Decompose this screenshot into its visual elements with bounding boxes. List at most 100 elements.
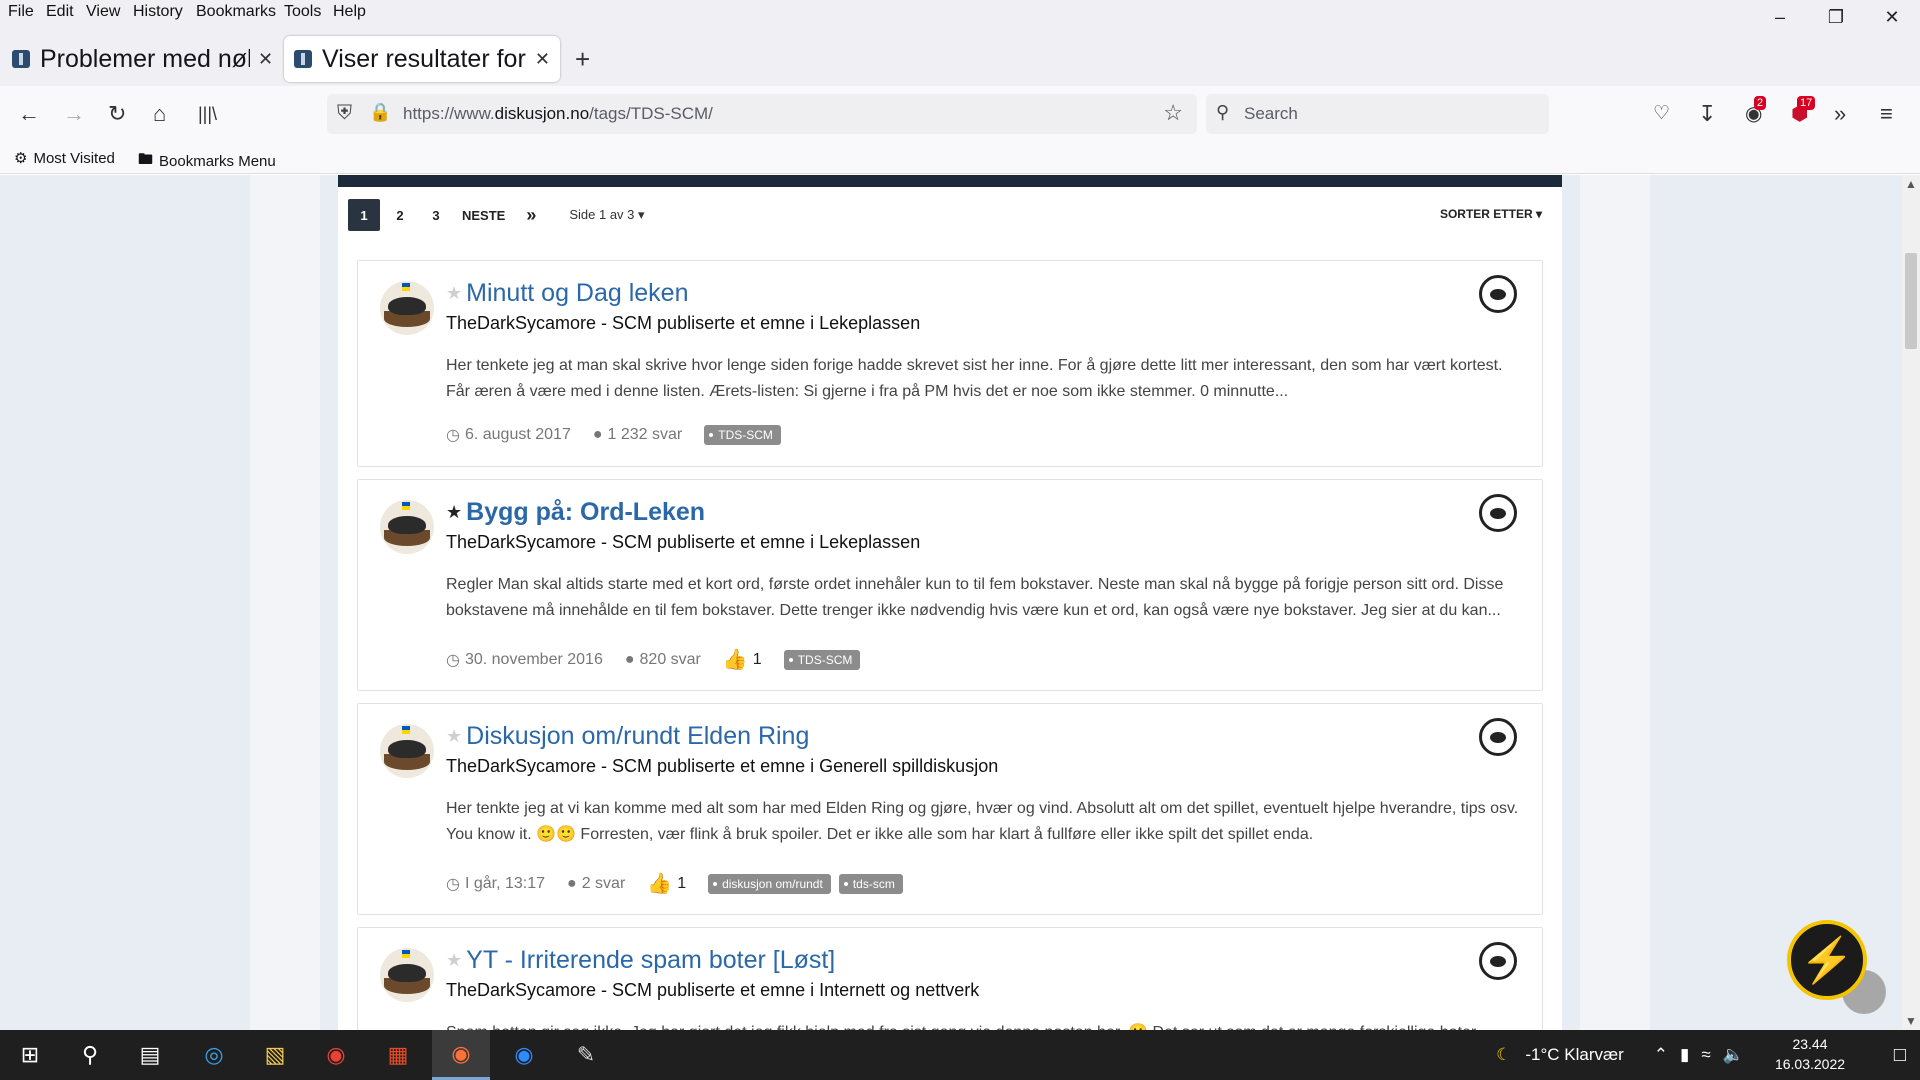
topic-date: I går, 13:17 (464, 874, 546, 892)
url-text[interactable]: https://www.diskusjon.no/tags/TDS-SCM/ (403, 104, 713, 124)
back-icon[interactable]: ← (18, 102, 40, 126)
bookmark-star-icon[interactable]: ☆ (1163, 100, 1183, 126)
thumbs-up-icon: 👍 (722, 649, 748, 671)
tag-badge[interactable]: tds-scm (838, 873, 903, 894)
close-tab-icon[interactable]: ✕ (258, 49, 273, 70)
topic-title[interactable]: Bygg på: Ord-Leken (466, 498, 705, 527)
zoom-icon[interactable]: ◉ (508, 1039, 540, 1071)
tag-badge[interactable]: TDS-SCM (783, 649, 861, 670)
star-icon: ★ (446, 950, 463, 970)
page-button-3[interactable]: 3 (420, 199, 452, 231)
avatar[interactable] (380, 948, 434, 1002)
edge-icon[interactable]: ◎ (198, 1039, 230, 1071)
task-view-icon[interactable]: ▤ (134, 1039, 166, 1071)
menu-view[interactable]: View (86, 3, 120, 21)
chat-bubble-icon[interactable] (1479, 942, 1517, 980)
lightning-bolt-icon[interactable]: ⚡ (1787, 920, 1867, 1000)
avatar[interactable] (380, 500, 434, 554)
tab-strip: Problemer med nøkkelord/tags ✕ Viser res… (0, 26, 1920, 86)
scroll-down-icon[interactable]: ▼ (1905, 1014, 1917, 1028)
downloads-icon[interactable]: ↧ (1698, 102, 1716, 126)
office-icon[interactable]: ▦ (382, 1039, 414, 1071)
menu-edit[interactable]: Edit (46, 3, 74, 21)
topic-replies[interactable]: 820 svar (640, 651, 701, 669)
scrollbar-thumb[interactable] (1905, 253, 1917, 349)
topic-meta: ◷ 30. november 2016 ● 820 svar 👍 1 TDS-SCM (446, 647, 868, 672)
page-scrollbar[interactable]: ▲ ▼ (1902, 175, 1920, 1030)
clock-icon: ◷ (446, 875, 460, 893)
menu-tools[interactable]: Tools (284, 3, 321, 21)
topic-card: ★ Diskusjon om/rundt Elden Ring TheDarkS… (357, 703, 1543, 915)
tag-badge[interactable]: TDS-SCM (704, 425, 781, 445)
volume-icon[interactable]: 🔈 (1723, 1045, 1744, 1065)
sort-by-dropdown[interactable]: SORTER ETTER ▾ (1440, 207, 1542, 221)
clock[interactable]: 23.44 16.03.2022 (1760, 1034, 1860, 1074)
reload-icon[interactable]: ↻ (108, 102, 126, 126)
notifications-icon[interactable]: □ (1894, 1044, 1906, 1067)
gear-icon: ⚙ (14, 150, 28, 167)
panel-header-strip (338, 175, 1562, 187)
battery-icon[interactable]: ▮ (1680, 1045, 1689, 1065)
comment-icon: ● (624, 650, 635, 668)
tag-badge[interactable]: diskusjon om/rundt (708, 873, 831, 894)
bookmark-menu[interactable]: 🖿 Bookmarks Menu (138, 149, 276, 174)
chat-bubble-icon[interactable] (1479, 718, 1517, 756)
new-tab-button[interactable]: + (575, 46, 590, 72)
url-bar[interactable]: ⛨ 🔒 https://www.diskusjon.no/tags/TDS-SC… (327, 94, 1197, 134)
home-icon[interactable]: ⌂ (153, 102, 166, 126)
comment-icon: ● (567, 874, 577, 892)
last-page-button[interactable]: » (515, 199, 547, 231)
topic-byline: TheDarkSycamore - SCM publiserte et emne… (446, 756, 999, 776)
tab-title: Viser resultater for emneknagger (322, 44, 527, 73)
topic-title[interactable]: YT - Irriterende spam boter [Løst] (466, 946, 835, 975)
library-icon[interactable]: |||\ (198, 102, 217, 126)
paint-icon[interactable]: ✎ (570, 1039, 602, 1071)
search-bar[interactable]: ⚲ Search (1206, 94, 1549, 134)
shield-icon[interactable]: ⛨ (337, 102, 352, 125)
page-jump-dropdown[interactable]: Side 1 av 3 ▾ (569, 207, 644, 223)
topic-snippet: Regler Man skal altids starte med et kor… (446, 576, 1504, 619)
scroll-up-icon[interactable]: ▲ (1905, 177, 1917, 191)
windows-start-icon[interactable]: ⊞ (14, 1039, 46, 1071)
topic-replies[interactable]: 1 232 svar (608, 426, 683, 444)
topic-snippet: Her tenkte jeg at vi kan komme med alt s… (446, 800, 1519, 843)
topic-card: ★ YT - Irriterende spam boter [Løst] The… (357, 927, 1543, 1030)
menu-bookmarks[interactable]: Bookmarks (196, 3, 276, 21)
topic-title[interactable]: Diskusjon om/rundt Elden Ring (466, 722, 809, 751)
windows-taskbar: ⊞ ⚲ ▤ ◎ ▧ ◉ ▦ ◉ ◉ ✎ ☾ -1°C Klarvær ⌃ ▮ ≈… (0, 1030, 1920, 1080)
chat-bubble-icon[interactable] (1479, 275, 1517, 313)
clock-time: 23.44 (1792, 1036, 1828, 1052)
star-icon: ★ (446, 283, 463, 303)
avatar[interactable] (380, 281, 434, 335)
topic-snippet: Her tenkete jeg at man skal skrive hvor … (446, 357, 1503, 400)
hamburger-menu-icon[interactable]: ≡ (1880, 102, 1893, 126)
page-button-1[interactable]: 1 (348, 199, 380, 231)
chat-bubble-icon[interactable] (1479, 494, 1517, 532)
comment-icon: ● (592, 426, 603, 443)
lock-icon[interactable]: 🔒 (369, 102, 391, 123)
tab-problemer[interactable]: Problemer med nøkkelord/tags ✕ (2, 36, 283, 82)
extension-badge: 2 (1754, 96, 1767, 110)
weather-text[interactable]: -1°C Klarvær (1525, 1045, 1623, 1065)
page-button-2[interactable]: 2 (384, 199, 416, 231)
file-explorer-icon[interactable]: ▧ (259, 1039, 291, 1071)
avatar[interactable] (380, 724, 434, 778)
bookmark-most-visited[interactable]: ⚙ Most Visited (14, 149, 115, 168)
search-icon[interactable]: ⚲ (74, 1039, 106, 1071)
pocket-icon[interactable]: ♡ (1653, 102, 1670, 126)
menu-file[interactable]: File (8, 3, 34, 21)
tab-viser-resultater[interactable]: Viser resultater for emneknagger ✕ (284, 36, 560, 82)
chrome-icon[interactable]: ◉ (320, 1039, 352, 1071)
forward-icon[interactable]: → (63, 102, 85, 126)
topic-title[interactable]: Minutt og Dag leken (466, 279, 688, 308)
wifi-icon[interactable]: ≈ (1701, 1045, 1710, 1065)
next-page-button[interactable]: NESTE (456, 199, 511, 231)
folder-icon: 🖿 (138, 151, 154, 168)
menu-help[interactable]: Help (333, 3, 366, 21)
topic-replies[interactable]: 2 svar (582, 875, 626, 893)
overflow-chevron-icon[interactable]: » (1834, 102, 1846, 126)
chevron-up-icon[interactable]: ⌃ (1654, 1045, 1668, 1065)
close-tab-icon[interactable]: ✕ (535, 49, 550, 70)
menu-history[interactable]: History (133, 3, 183, 21)
firefox-icon[interactable]: ◉ (432, 1030, 490, 1080)
